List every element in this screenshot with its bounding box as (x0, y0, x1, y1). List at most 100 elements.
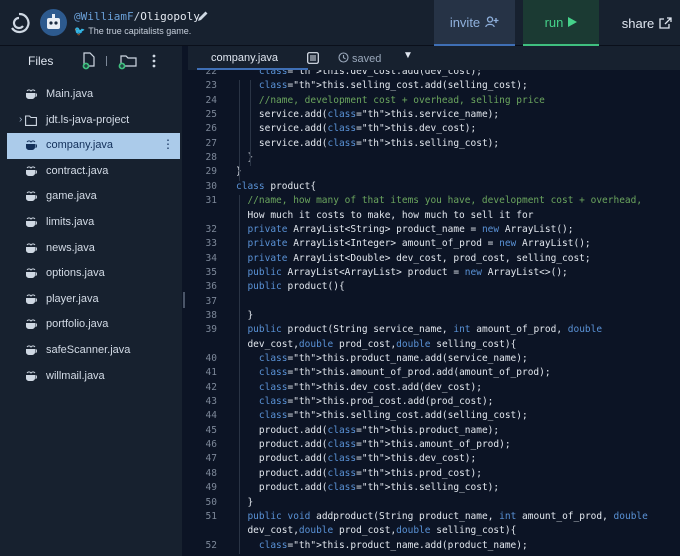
java-file-icon (26, 191, 37, 202)
save-status-text: saved (352, 53, 382, 65)
code-line[interactable]: How much it costs to make, how much to s… (247, 210, 533, 221)
file-item[interactable]: willmail.java (0, 364, 182, 390)
code-editor[interactable]: 22 23 24 25 26 27 28 29 30 31 32 33 34 35 36 37 38 39 40 41… (188, 70, 680, 556)
file-name: jdt.ls-java-project (46, 113, 130, 126)
code-line[interactable]: public void addproduct(String product_na… (247, 511, 647, 522)
line-number: 25 (205, 109, 217, 121)
invite-button[interactable]: invite (434, 0, 515, 46)
code-line[interactable]: private ArrayList<String> product_name =… (247, 224, 573, 235)
code-line[interactable]: product.add(class="th">this.selling_cost… (259, 482, 499, 493)
file-name: Main.java (46, 88, 94, 100)
header-divider (106, 56, 107, 66)
chevron-right-icon[interactable]: › (19, 114, 22, 125)
line-number: 32 (205, 223, 217, 235)
code-line[interactable]: service.add(class="th">this.service_name… (259, 109, 499, 120)
file-menu-icon[interactable] (307, 52, 319, 64)
code-line[interactable]: product.add(class="th">this.dev_cost); (259, 453, 476, 464)
folder-item[interactable]: › jdt.ls-java-project (0, 108, 182, 134)
file-sidebar: Files Main.java › jdt.ls-java-project compa… (0, 46, 182, 556)
line-number: 24 (205, 94, 217, 106)
code-line[interactable]: public product(){ (247, 281, 344, 292)
java-file-icon (26, 217, 37, 227)
code-line[interactable]: product.add(class="th">this.amount_of_pr… (259, 439, 511, 450)
history-icon (338, 52, 349, 63)
line-number: 44 (205, 410, 217, 422)
file-item[interactable]: limits.java (0, 210, 182, 236)
code-line[interactable]: public ArrayList<ArrayList> product = ne… (247, 267, 567, 278)
file-item[interactable]: safeScanner.java (0, 338, 182, 364)
code-line[interactable]: class="th">this.product_name.add(service… (259, 353, 528, 364)
file-options-icon[interactable]: ⋮ (162, 137, 174, 151)
code-line[interactable]: class="th">this.prod_cost.add(prod_cost)… (259, 396, 494, 407)
line-number: 36 (205, 281, 217, 293)
chevron-down-icon[interactable]: ▼ (403, 50, 413, 61)
file-name: portfolio.java (46, 318, 109, 331)
code-line[interactable]: } (247, 497, 253, 508)
file-item[interactable]: news.java (0, 236, 182, 262)
resize-handle[interactable] (183, 292, 185, 308)
code-line[interactable]: class="th">this.dev_cost.add(dev_cost); (259, 70, 482, 77)
more-options-icon[interactable] (152, 54, 156, 68)
file-item[interactable]: contract.java (0, 159, 182, 185)
file-item[interactable]: options.java (0, 261, 182, 287)
file-name: willmail.java (46, 369, 105, 382)
file-item[interactable]: Main.java (0, 82, 182, 108)
editor-scrollbar[interactable] (676, 70, 680, 556)
folder-icon (25, 115, 37, 126)
file-item[interactable]: game.java (0, 184, 182, 210)
code-line[interactable]: service.add(class="th">this.selling_cost… (259, 138, 499, 149)
java-file-icon (26, 370, 37, 381)
line-number: 50 (205, 496, 217, 508)
owner-name[interactable]: @WilliamF (74, 10, 134, 23)
line-number: 37 (205, 295, 217, 307)
file-name: player.java (46, 292, 99, 305)
run-button[interactable]: run (523, 0, 599, 46)
java-file-icon (26, 268, 37, 279)
code-line[interactable]: class="th">this.selling_cost.add(selling… (259, 80, 528, 91)
line-number: 22 (205, 70, 217, 77)
code-line[interactable]: class="th">this.product_name.add(product… (259, 540, 528, 551)
new-file-icon[interactable] (82, 52, 98, 70)
line-number: 23 (205, 80, 217, 92)
avatar[interactable] (40, 9, 67, 36)
code-line[interactable]: product.add(class="th">this.prod_cost); (259, 468, 482, 479)
edit-pencil-icon[interactable] (196, 9, 210, 23)
code-line[interactable]: class="th">this.dev_cost.add(dev_cost); (259, 382, 482, 393)
repl-title[interactable]: @WilliamF/Oligopoly (74, 10, 200, 23)
code-line[interactable]: } (247, 310, 253, 321)
line-number: 47 (205, 453, 217, 465)
code-line[interactable]: //name, development cost + overhead, sel… (259, 95, 545, 106)
file-item[interactable]: company.java ⋮ (7, 133, 180, 159)
description-text: The true capitalists game. (88, 26, 192, 36)
code-line[interactable]: private ArrayList<Integer> amount_of_pro… (247, 238, 590, 249)
tab-company-java[interactable]: company.java (197, 46, 308, 70)
java-file-icon (26, 140, 37, 151)
code-line[interactable]: class="th">this.selling_cost.add(selling… (259, 410, 528, 421)
indent-guide (239, 195, 240, 554)
file-name: safeScanner.java (46, 343, 131, 356)
file-name: contract.java (46, 164, 109, 177)
share-button[interactable]: share (614, 0, 680, 46)
file-item[interactable]: player.java (0, 287, 182, 313)
code-line[interactable]: service.add(class="th">this.dev_cost); (259, 123, 476, 134)
play-icon (568, 17, 578, 27)
new-folder-icon[interactable] (118, 52, 138, 70)
code-line[interactable]: class product{ (236, 181, 316, 192)
replit-logo-icon[interactable] (8, 12, 30, 34)
code-line[interactable]: public product(String service_name, int … (247, 324, 602, 335)
code-line[interactable]: dev_cost,double prod_cost,double selling… (247, 339, 516, 350)
files-header: Files (0, 46, 182, 76)
file-item[interactable]: portfolio.java (0, 312, 182, 338)
indent-guide (250, 80, 252, 167)
code-line[interactable]: private ArrayList<Double> dev_cost, prod… (247, 253, 590, 264)
line-number: 39 (205, 324, 217, 336)
code-line[interactable]: //name, how many of that items you have,… (247, 195, 642, 206)
line-number: 38 (205, 309, 217, 321)
code-line[interactable]: product.add(class="th">this.product_name… (259, 425, 499, 436)
code-line[interactable]: dev_cost,double prod_cost,double selling… (247, 525, 516, 536)
line-number: 31 (205, 195, 217, 207)
code-line[interactable]: class="th">this.amount_of_prod.add(amoun… (259, 367, 551, 378)
repl-name[interactable]: Oligopoly (140, 10, 200, 23)
line-number: 35 (205, 266, 217, 278)
file-name: options.java (46, 267, 105, 280)
